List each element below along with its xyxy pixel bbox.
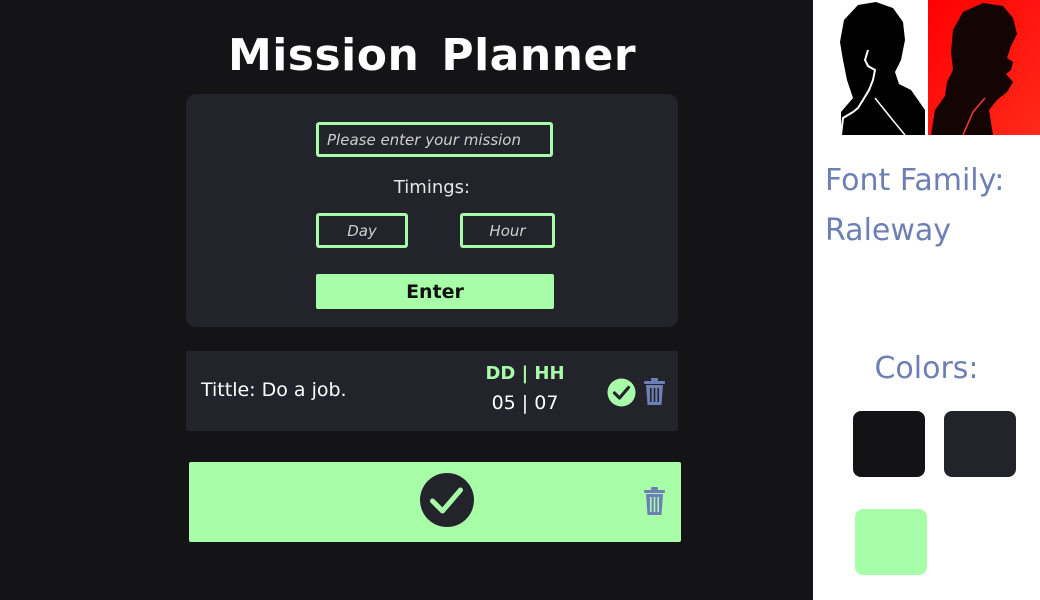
time-values: 05 | 07 — [491, 392, 559, 414]
font-family-value: Raleway — [825, 213, 952, 248]
page-title: Mission Planner — [0, 30, 864, 81]
time-header: DD | HH — [485, 363, 565, 384]
check-circle-icon[interactable] — [607, 378, 636, 407]
day-input[interactable] — [316, 213, 408, 248]
color-swatch-card — [944, 411, 1016, 477]
style-guide-panel: Font Family: Raleway Colors: — [813, 0, 1040, 600]
font-family-heading: Font Family: — [825, 163, 1005, 198]
title-word-mission: Mission — [227, 30, 420, 81]
hour-input[interactable] — [460, 213, 555, 248]
enter-button[interactable]: Enter — [316, 274, 554, 309]
mission-planner-app: Mission Planner Timings: Enter Tittle: Do… — [0, 0, 813, 600]
trash-icon[interactable] — [644, 487, 665, 515]
timings-label: Timings: — [393, 177, 471, 198]
trash-icon[interactable] — [644, 378, 665, 405]
title-word-planner: Planner — [441, 30, 637, 81]
colors-heading: Colors: — [874, 351, 979, 386]
mission-item: Tittle: Do a job. DD | HH 05 | 07 — [186, 351, 678, 431]
color-swatch-accent — [855, 509, 927, 575]
mission-input[interactable] — [316, 122, 553, 157]
mission-form-card: Timings: Enter — [186, 94, 678, 327]
color-swatch-dark — [853, 411, 925, 477]
check-circle-icon[interactable] — [419, 472, 475, 528]
completed-mission-item — [189, 462, 681, 542]
mission-title: Tittle: Do a job. — [201, 379, 347, 401]
portrait-silhouette-image — [813, 0, 1040, 135]
